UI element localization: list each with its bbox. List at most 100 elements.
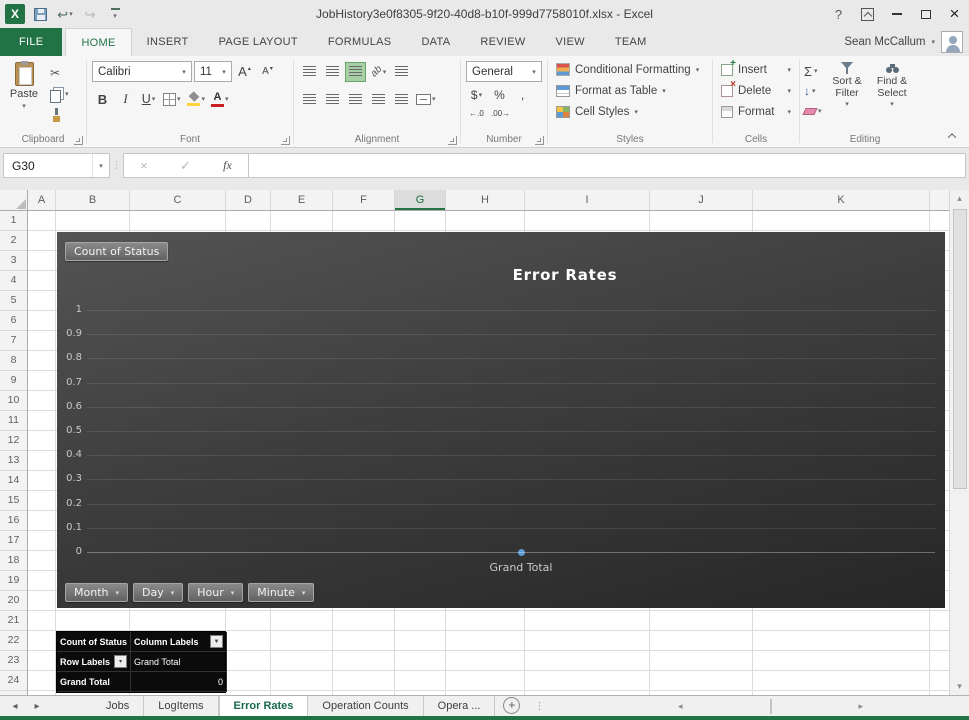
italic-button[interactable]: I [115,89,136,109]
decrease-decimal-button[interactable]: .00→ [489,104,512,124]
ribbon-tab-team[interactable]: TEAM [600,28,662,56]
close-button[interactable]: × [940,0,969,28]
insert-function-button[interactable]: fx [223,158,232,173]
row-header-9[interactable]: 9 [0,371,27,391]
column-header-B[interactable]: B [56,190,130,210]
formula-input[interactable] [249,153,966,178]
column-header-E[interactable]: E [271,190,333,210]
row-header-6[interactable]: 6 [0,311,27,331]
row-header-8[interactable]: 8 [0,351,27,371]
clipboard-dialog-launcher[interactable] [74,136,83,145]
alignment-dialog-launcher[interactable] [448,136,457,145]
format-as-table-button[interactable]: Format as Table ▾ [549,80,711,101]
user-avatar-icon[interactable] [941,31,963,53]
redo-button[interactable]: ↪ [80,3,100,25]
chart-field-button-month[interactable]: Month▾ [65,583,128,602]
horizontal-scrollbar[interactable]: ◂ ▸ [592,695,949,716]
column-header-I[interactable]: I [525,190,650,210]
sheet-nav-right-button[interactable]: ▸ [26,696,48,716]
font-dialog-launcher[interactable] [281,136,290,145]
cell-styles-button[interactable]: Cell Styles ▾ [549,101,711,122]
minimize-button[interactable] [882,0,911,28]
column-header-C[interactable]: C [130,190,226,210]
row-header-17[interactable]: 17 [0,531,27,551]
increase-decimal-button[interactable]: ←.0 [466,104,487,124]
sheet-tab-jobs[interactable]: Jobs [92,696,144,716]
ribbon-display-options-button[interactable] [853,0,882,28]
pivot-table[interactable]: Count of StatusColumn Labels▼Row Labels▾… [56,631,226,693]
save-button[interactable] [30,3,50,25]
orientation-button[interactable]: ab▾ [368,62,389,82]
conditional-formatting-button[interactable]: Conditional Formatting ▾ [549,59,711,80]
scroll-right-button[interactable]: ▸ [773,698,950,715]
row-header-21[interactable]: 21 [0,611,27,631]
maximize-button[interactable] [911,0,940,28]
row-header-23[interactable]: 23 [0,651,27,671]
row-header-15[interactable]: 15 [0,491,27,511]
font-color-button[interactable]: A▾ [209,89,231,109]
ribbon-tab-data[interactable]: DATA [406,28,465,56]
find-select-button[interactable]: Find & Select ▾ [870,59,915,121]
column-header-D[interactable]: D [226,190,271,210]
row-header-4[interactable]: 4 [0,271,27,291]
comma-style-button[interactable]: , [512,85,533,105]
row-header-22[interactable]: 22 [0,631,27,651]
increase-indent-button[interactable] [391,89,412,109]
autosum-button[interactable]: Σ▾ [801,61,825,81]
ribbon-tab-file[interactable]: FILE [0,28,62,56]
format-painter-button[interactable] [47,106,79,124]
column-header-J[interactable]: J [650,190,753,210]
collapse-ribbon-button[interactable] [943,129,961,143]
user-name[interactable]: Sean McCallum [844,36,925,48]
vertical-scrollbar[interactable]: ▴ ▾ [949,190,969,695]
fill-color-button[interactable]: ▾ [185,89,208,109]
sort-filter-button[interactable]: Sort & Filter ▾ [825,59,870,121]
chart-title[interactable]: Error Rates [513,266,618,284]
ribbon-tab-review[interactable]: REVIEW [465,28,540,56]
pivot-chart[interactable]: Count of Status Error Rates Grand Total … [57,232,945,608]
row-header-11[interactable]: 11 [0,411,27,431]
ribbon-tab-home[interactable]: HOME [65,28,131,56]
align-right-button[interactable] [345,89,366,109]
dropdown-icon[interactable]: ▾ [114,655,127,668]
bottom-align-button[interactable] [345,62,366,82]
formula-bar-splitter[interactable]: ⋮ [110,153,123,178]
percent-style-button[interactable]: % [489,85,510,105]
row-header-12[interactable]: 12 [0,431,27,451]
scroll-left-button[interactable]: ◂ [592,698,769,715]
row-header-18[interactable]: 18 [0,551,27,571]
ribbon-tab-insert[interactable]: INSERT [132,28,204,56]
row-header-20[interactable]: 20 [0,591,27,611]
insert-cells-button[interactable]: Insert ▾ [714,59,798,80]
select-all-button[interactable] [0,190,28,211]
font-name-select[interactable]: Calibri▾ [92,61,192,82]
column-header-K[interactable]: K [753,190,930,210]
chart-field-button-hour[interactable]: Hour▾ [188,583,243,602]
row-header-24[interactable]: 24 [0,671,27,691]
bold-button[interactable]: B [92,89,113,109]
middle-align-button[interactable] [322,62,343,82]
tab-splitter[interactable]: ⋮ [534,696,544,716]
borders-button[interactable]: ▾ [161,89,183,109]
chart-field-button-minute[interactable]: Minute▾ [248,583,314,602]
ribbon-tab-view[interactable]: VIEW [541,28,600,56]
clear-button[interactable]: ▾ [801,101,825,121]
delete-cells-button[interactable]: Delete ▾ [714,80,798,101]
filter-icon[interactable]: ▼ [210,635,223,648]
cut-button[interactable]: ✂ [47,64,79,82]
scroll-up-button[interactable]: ▴ [950,190,969,207]
horizontal-scroll-thumb[interactable] [770,699,772,714]
align-center-button[interactable] [322,89,343,109]
name-box[interactable]: G30 ▾ [3,153,110,178]
decrease-font-size-button[interactable]: A▾ [257,62,278,82]
underline-button[interactable]: U▾ [138,89,159,109]
customize-qat-button[interactable]: ▾ [105,3,125,25]
sheet-tab-error-rates[interactable]: Error Rates [219,696,309,716]
format-cells-button[interactable]: Format ▾ [714,101,798,122]
row-header-2[interactable]: 2 [0,231,27,251]
row-header-13[interactable]: 13 [0,451,27,471]
row-header-1[interactable]: 1 [0,211,27,231]
number-format-select[interactable]: General▾ [466,61,542,82]
scroll-down-button[interactable]: ▾ [950,678,969,695]
row-header-16[interactable]: 16 [0,511,27,531]
